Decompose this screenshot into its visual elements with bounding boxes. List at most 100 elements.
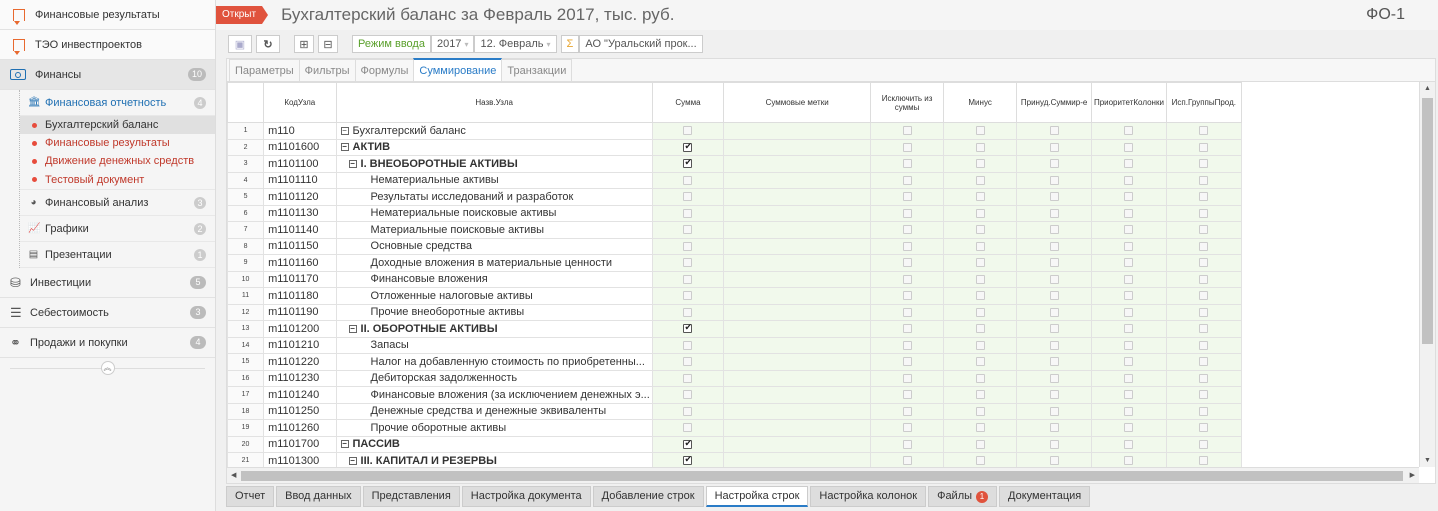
sum-checkbox[interactable] <box>683 438 693 449</box>
sigma-button[interactable]: Σ <box>560 35 580 53</box>
flag-cell[interactable] <box>1016 303 1092 321</box>
flag-cell[interactable] <box>1090 188 1167 206</box>
sum-checkbox[interactable] <box>683 258 693 268</box>
flag-cell[interactable] <box>870 171 945 189</box>
sum-checkbox[interactable] <box>683 274 693 284</box>
flag-cell[interactable] <box>1165 138 1242 156</box>
flag-checkbox[interactable] <box>975 208 985 218</box>
node-name-cell[interactable]: Прочие оборотные активы <box>335 419 653 437</box>
flag-checkbox[interactable] <box>1049 142 1059 152</box>
flag-checkbox[interactable] <box>1199 142 1209 152</box>
flag-checkbox[interactable] <box>1124 307 1134 317</box>
sum-checkbox[interactable] <box>683 373 693 383</box>
flag-cell[interactable] <box>1016 122 1092 140</box>
node-name-cell[interactable]: Финансовые вложения <box>335 270 653 288</box>
sum-checkbox[interactable] <box>683 307 693 317</box>
flag-cell[interactable] <box>943 122 1018 140</box>
column-header[interactable]: Исп.ГруппыПрод. <box>1165 82 1242 123</box>
nav-charts[interactable]: 📈 Графики 2 <box>20 216 215 242</box>
flag-cell[interactable] <box>1090 254 1167 272</box>
flag-checkbox[interactable] <box>902 390 912 400</box>
flag-cell[interactable] <box>1016 254 1092 272</box>
flag-cell[interactable] <box>1090 138 1167 156</box>
flag-checkbox[interactable] <box>1049 192 1059 202</box>
flag-cell[interactable] <box>1016 204 1092 222</box>
vertical-scrollbar[interactable]: ▲ ▼ <box>1419 82 1435 467</box>
flag-checkbox[interactable] <box>1049 258 1059 268</box>
sum-checkbox[interactable] <box>683 157 693 169</box>
table-row[interactable]: 15 m1101220 Налог на добавленную стоимость… <box>227 353 1419 371</box>
node-name-cell[interactable]: Результаты исследований и разработок <box>335 188 653 206</box>
flag-cell[interactable] <box>1165 254 1242 272</box>
chevron-up-icon[interactable]: ︽ <box>100 361 115 375</box>
flag-checkbox[interactable] <box>975 439 985 449</box>
node-code-cell[interactable]: m1101250 <box>263 402 337 420</box>
column-header[interactable]: Исключить из суммы <box>870 82 945 123</box>
sum-tags-cell[interactable] <box>723 369 872 387</box>
flag-checkbox[interactable] <box>1124 126 1134 136</box>
sum-cell[interactable] <box>651 402 725 420</box>
flag-checkbox[interactable] <box>975 406 985 416</box>
sum-tags-cell[interactable] <box>723 287 872 305</box>
flag-checkbox[interactable] <box>975 423 985 433</box>
flag-checkbox[interactable] <box>1199 456 1209 466</box>
org-select[interactable]: АО "Уральский прок... <box>579 35 703 53</box>
flag-checkbox[interactable] <box>902 423 912 433</box>
flag-checkbox[interactable] <box>902 241 912 251</box>
flag-checkbox[interactable] <box>1124 159 1134 169</box>
flag-checkbox[interactable] <box>902 324 912 334</box>
node-name-cell[interactable]: Дебиторская задолженность <box>335 369 653 387</box>
node-code-cell[interactable]: m1101700 <box>263 435 337 453</box>
bottom-tab[interactable]: Отчет <box>226 486 275 507</box>
flag-checkbox[interactable] <box>1049 406 1059 416</box>
flag-cell[interactable] <box>870 204 945 222</box>
node-code-cell[interactable]: m1101180 <box>263 287 337 305</box>
bottom-tab[interactable]: Настройка строк <box>705 486 809 507</box>
column-header[interactable]: Суммовые метки <box>723 82 872 123</box>
sum-cell[interactable] <box>651 336 725 354</box>
flag-cell[interactable] <box>943 254 1018 272</box>
nav-leaf-fin-results[interactable]: Финансовые результаты <box>20 134 215 152</box>
flag-checkbox[interactable] <box>1199 258 1209 268</box>
flag-cell[interactable] <box>870 287 945 305</box>
tab-formulas[interactable]: Формулы <box>354 59 415 81</box>
flag-cell[interactable] <box>1165 320 1242 338</box>
sum-checkbox[interactable] <box>683 406 693 416</box>
bottom-tab[interactable]: Настройка колонок <box>810 486 927 507</box>
table-row[interactable]: 17 m1101240 Финансовые вложения (за исключ… <box>227 386 1419 404</box>
sum-tags-cell[interactable] <box>723 122 872 140</box>
flag-checkbox[interactable] <box>902 192 912 202</box>
flag-cell[interactable] <box>1165 270 1242 288</box>
node-code-cell[interactable]: m1101600 <box>263 138 337 156</box>
flag-cell[interactable] <box>1016 336 1092 354</box>
flag-checkbox[interactable] <box>902 406 912 416</box>
flag-cell[interactable] <box>1090 171 1167 189</box>
flag-cell[interactable] <box>1016 353 1092 371</box>
sum-tags-cell[interactable] <box>723 171 872 189</box>
flag-cell[interactable] <box>1165 386 1242 404</box>
flag-cell[interactable] <box>870 254 945 272</box>
sum-tags-cell[interactable] <box>723 204 872 222</box>
scroll-thumb[interactable] <box>241 471 1403 481</box>
flag-cell[interactable] <box>1016 419 1092 437</box>
table-row[interactable]: 5 m1101120 Результаты исследований и разра… <box>227 188 1419 206</box>
flag-checkbox[interactable] <box>1049 439 1059 449</box>
flag-cell[interactable] <box>1090 419 1167 437</box>
flag-checkbox[interactable] <box>1199 307 1209 317</box>
scroll-down-icon[interactable]: ▼ <box>1424 457 1431 464</box>
nav-leaf-balance[interactable]: Бухгалтерский баланс <box>20 116 215 134</box>
sum-cell[interactable] <box>651 287 725 305</box>
flag-cell[interactable] <box>943 171 1018 189</box>
sum-cell[interactable] <box>651 419 725 437</box>
sum-checkbox[interactable] <box>683 340 693 350</box>
flag-cell[interactable] <box>1090 435 1167 453</box>
node-name-cell[interactable]: Нематериальные активы <box>335 171 653 189</box>
flag-checkbox[interactable] <box>902 274 912 284</box>
flag-cell[interactable] <box>1090 204 1167 222</box>
bottom-tab[interactable]: Файлы 1 <box>928 486 998 507</box>
sum-checkbox[interactable] <box>683 390 693 400</box>
flag-checkbox[interactable] <box>1199 274 1209 284</box>
node-code-cell[interactable]: m1101230 <box>263 369 337 387</box>
nav-finance[interactable]: Финансы 10 <box>0 60 215 90</box>
flag-checkbox[interactable] <box>975 175 985 185</box>
